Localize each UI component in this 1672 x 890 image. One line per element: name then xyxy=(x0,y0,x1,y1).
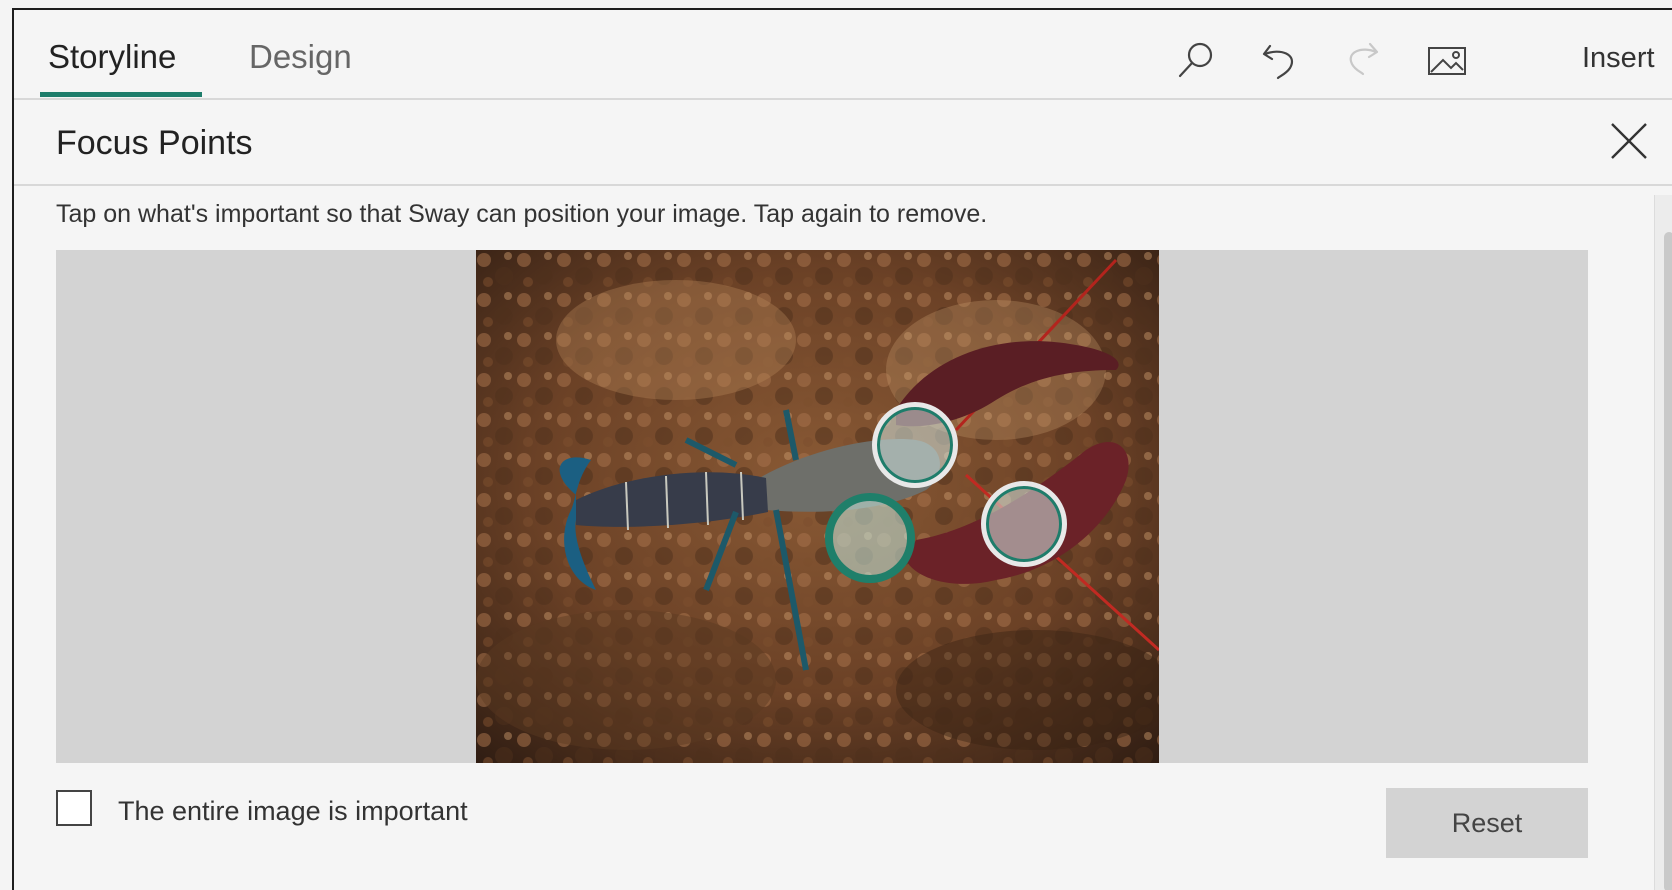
scrollbar-thumb[interactable] xyxy=(1664,232,1672,890)
entire-image-checkbox[interactable] xyxy=(56,790,92,826)
reset-button[interactable]: Reset xyxy=(1386,788,1588,858)
instruction-text: Tap on what's important so that Sway can… xyxy=(56,200,988,228)
app-header: Storyline Design Insert xyxy=(14,10,1672,100)
focus-image-area[interactable] xyxy=(56,250,1588,763)
insert-button-label[interactable]: Insert xyxy=(1582,42,1655,75)
search-icon[interactable] xyxy=(1174,38,1218,82)
active-tab-indicator xyxy=(40,92,202,97)
tab-storyline[interactable]: Storyline xyxy=(48,38,176,76)
focus-point-claw[interactable] xyxy=(981,481,1067,567)
close-icon[interactable] xyxy=(1608,120,1650,162)
sway-focus-points-window: Storyline Design Insert Focus Points Tap… xyxy=(12,8,1672,890)
entire-image-checkbox-label[interactable]: The entire image is important xyxy=(118,796,468,827)
undo-icon[interactable] xyxy=(1258,38,1302,82)
lobster-photo[interactable] xyxy=(476,250,1159,763)
redo-icon[interactable] xyxy=(1340,38,1384,82)
tab-design[interactable]: Design xyxy=(249,38,352,76)
insert-image-icon[interactable] xyxy=(1426,38,1468,82)
focus-point-legs-active[interactable] xyxy=(825,493,915,583)
panel-title: Focus Points xyxy=(56,124,253,162)
focus-point-head[interactable] xyxy=(872,402,958,488)
panel-header: Focus Points xyxy=(14,100,1672,186)
